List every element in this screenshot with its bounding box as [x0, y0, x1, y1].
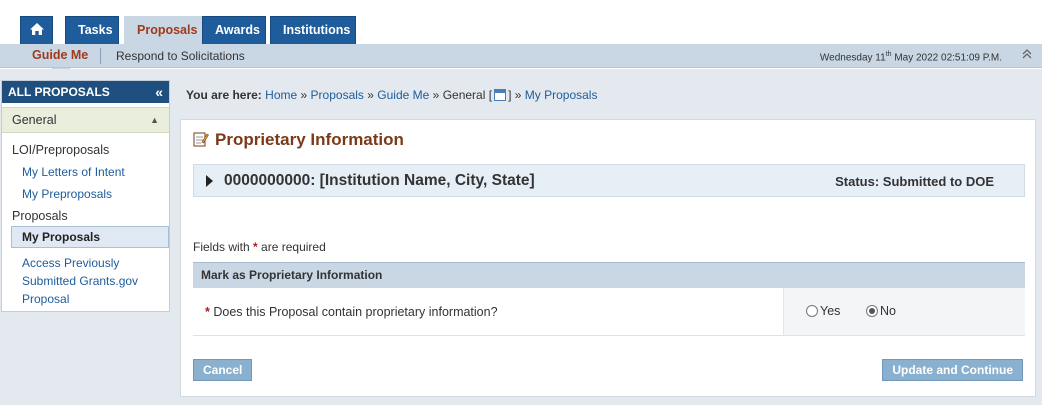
page-title: Proprietary Information — [193, 130, 404, 150]
top-nav: Tasks Proposals Awards Institutions — [0, 0, 1042, 44]
edit-document-icon — [193, 132, 209, 147]
question-text: Does this Proposal contain proprietary i… — [213, 305, 498, 319]
radio-yes-label: Yes — [820, 304, 841, 318]
subnav-respond-to-solicitations[interactable]: Respond to Solicitations — [116, 49, 245, 63]
breadcrumb-home[interactable]: Home — [265, 88, 297, 102]
sidebar-group-general[interactable]: General ▲ — [2, 107, 169, 133]
breadcrumb-separator: » — [300, 88, 308, 102]
tab-home[interactable] — [20, 16, 53, 44]
radio-yes-circle[interactable] — [806, 305, 818, 317]
home-icon — [29, 23, 44, 35]
page-title-text: Proprietary Information — [215, 130, 404, 149]
sidebar-section-proposals: Proposals — [12, 209, 68, 223]
tab-institutions[interactable]: Institutions — [270, 16, 356, 44]
collapse-header-icon[interactable] — [1022, 49, 1032, 62]
sidebar-item-my-proposals[interactable]: My Proposals — [11, 226, 169, 248]
breadcrumb-general: General [ — [442, 88, 493, 102]
sidebar-item-grants-gov[interactable]: Access Previously Submitted Grants.gov P… — [2, 254, 169, 308]
breadcrumb-separator: » — [514, 88, 522, 102]
radio-no[interactable]: No — [866, 304, 896, 318]
breadcrumb-separator: » — [367, 88, 374, 102]
breadcrumb-label: You are here: — [186, 88, 262, 102]
sidebar-group-label: General — [12, 113, 57, 127]
proposal-status: Status: Submitted to DOE — [835, 174, 994, 189]
sidebar: ALL PROPOSALS « General ▲ LOI/Preproposa… — [1, 80, 170, 312]
question-row: * Does this Proposal contain proprietary… — [193, 288, 1025, 336]
tab-awards[interactable]: Awards — [202, 16, 266, 44]
breadcrumb-proposals[interactable]: Proposals — [311, 88, 364, 102]
required-note-text-end: are required — [261, 240, 326, 254]
breadcrumb: You are here: Home » Proposals » Guide M… — [186, 88, 597, 102]
sidebar-item-preproposals[interactable]: My Preproposals — [2, 185, 169, 203]
current-datetime: Wednesday 11th May 2022 02:51:09 P.M. — [819, 51, 1002, 64]
breadcrumb-separator: » — [432, 88, 440, 102]
cancel-button[interactable]: Cancel — [193, 359, 253, 381]
subnav-divider — [100, 48, 101, 64]
proposal-record-header[interactable]: 0000000000: [Institution Name, City, Sta… — [193, 164, 1025, 197]
radio-group: Yes No — [783, 288, 1025, 335]
sidebar-section-loi: LOI/Preproposals — [12, 143, 110, 157]
breadcrumb-general-close: ] — [508, 88, 512, 102]
sub-nav: Guide Me Respond to Solicitations Wednes… — [0, 44, 1042, 76]
required-fields-note: Fields with * are required — [193, 240, 326, 254]
required-star-icon: * — [205, 305, 210, 319]
collapse-sidebar-icon[interactable]: « — [155, 81, 163, 103]
required-note-text: Fields with — [193, 240, 250, 254]
caret-up-icon: ▲ — [150, 115, 159, 125]
breadcrumb-guide-me[interactable]: Guide Me — [377, 88, 429, 102]
radio-yes[interactable]: Yes — [806, 304, 840, 318]
tab-tasks[interactable]: Tasks — [65, 16, 119, 44]
proposal-name: 0000000000: [Institution Name, City, Sta… — [224, 172, 535, 189]
section-header: Mark as Proprietary Information — [193, 262, 1025, 288]
sidebar-title: ALL PROPOSALS — [8, 85, 110, 99]
sidebar-item-letters-of-intent[interactable]: My Letters of Intent — [2, 163, 169, 181]
required-star-icon: * — [253, 240, 258, 254]
radio-no-label: No — [880, 304, 896, 318]
expand-arrow-icon[interactable] — [206, 175, 213, 187]
breadcrumb-my-proposals[interactable]: My Proposals — [525, 88, 598, 102]
calendar-icon[interactable] — [494, 89, 507, 101]
radio-no-circle[interactable] — [866, 305, 878, 317]
main-panel: Proprietary Information 0000000000: [Ins… — [180, 119, 1036, 397]
subnav-guide-me[interactable]: Guide Me — [20, 48, 100, 62]
update-and-continue-button[interactable]: Update and Continue — [882, 359, 1023, 381]
question-label: * Does this Proposal contain proprietary… — [205, 305, 498, 319]
tab-proposals[interactable]: Proposals — [124, 16, 202, 44]
sidebar-header: ALL PROPOSALS « — [2, 81, 169, 103]
